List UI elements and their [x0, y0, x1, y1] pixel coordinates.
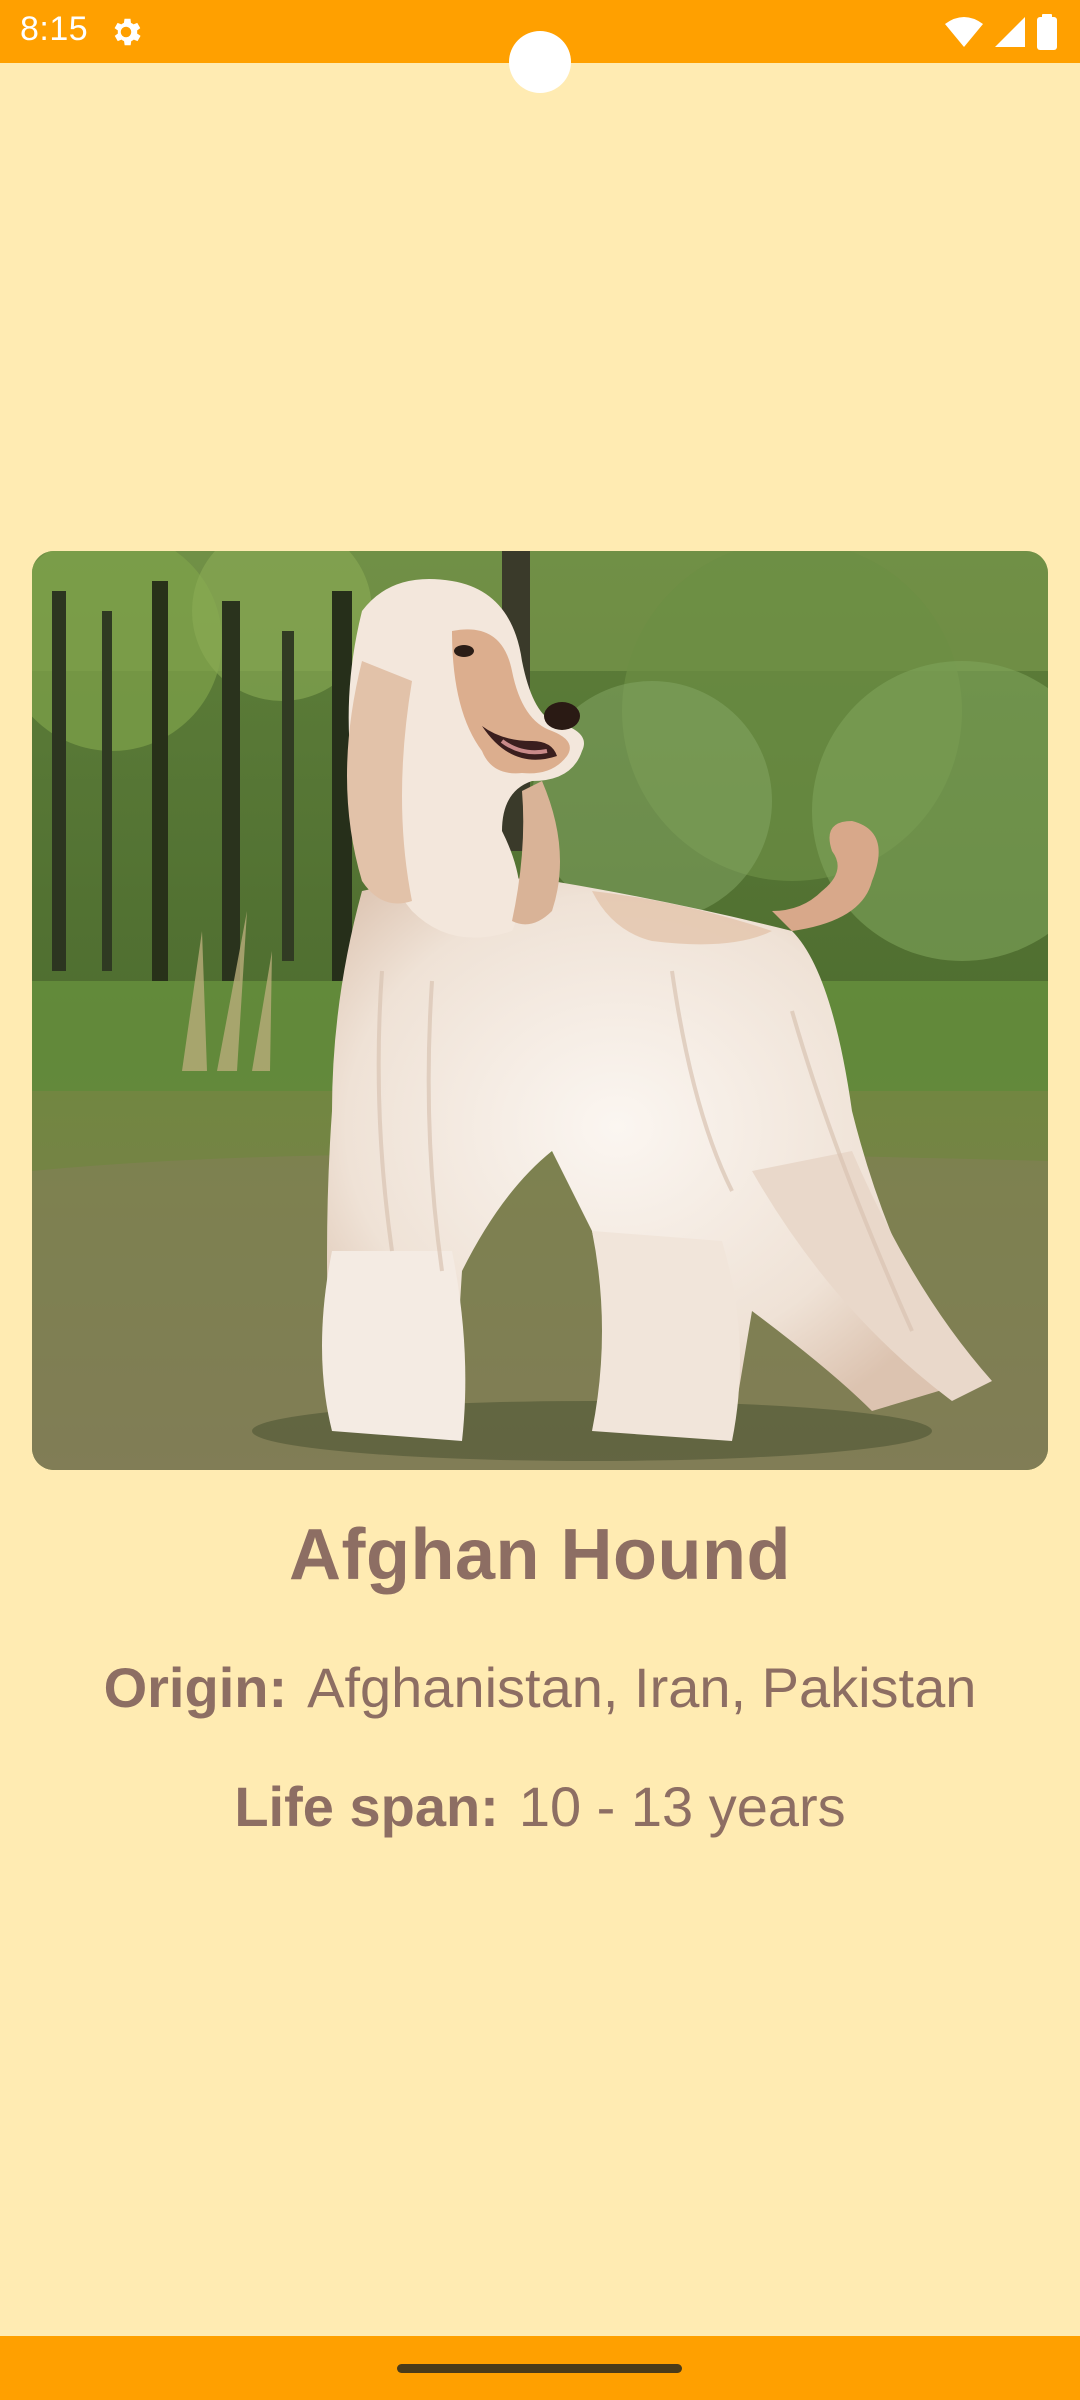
origin-label: Origin: — [103, 1656, 288, 1719]
life-span-label: Life span: — [234, 1775, 499, 1838]
wifi-icon — [944, 16, 984, 48]
status-icons — [944, 12, 1058, 52]
camera-cutout — [509, 31, 571, 93]
status-time: 8:15 — [20, 10, 89, 48]
signal-icon — [994, 16, 1026, 48]
life-span-row: Life span: 10 - 13 years — [0, 1774, 1080, 1839]
breed-detail-screen: 8:15 Afghan Hound Origin: Afghanistan, I… — [0, 0, 1080, 2400]
origin-row: Origin: Afghanistan, Iran, Pakistan — [0, 1655, 1080, 1720]
battery-icon — [1036, 14, 1058, 50]
life-span-value: 10 - 13 years — [518, 1775, 846, 1838]
gear-icon — [108, 14, 144, 50]
navigation-bar — [0, 2336, 1080, 2400]
home-gesture-handle[interactable] — [397, 2364, 682, 2373]
origin-value: Afghanistan, Iran, Pakistan — [307, 1656, 977, 1719]
status-bar: 8:15 — [0, 0, 1080, 93]
dog-photo — [32, 551, 1048, 1470]
breed-name: Afghan Hound — [289, 1515, 791, 1595]
